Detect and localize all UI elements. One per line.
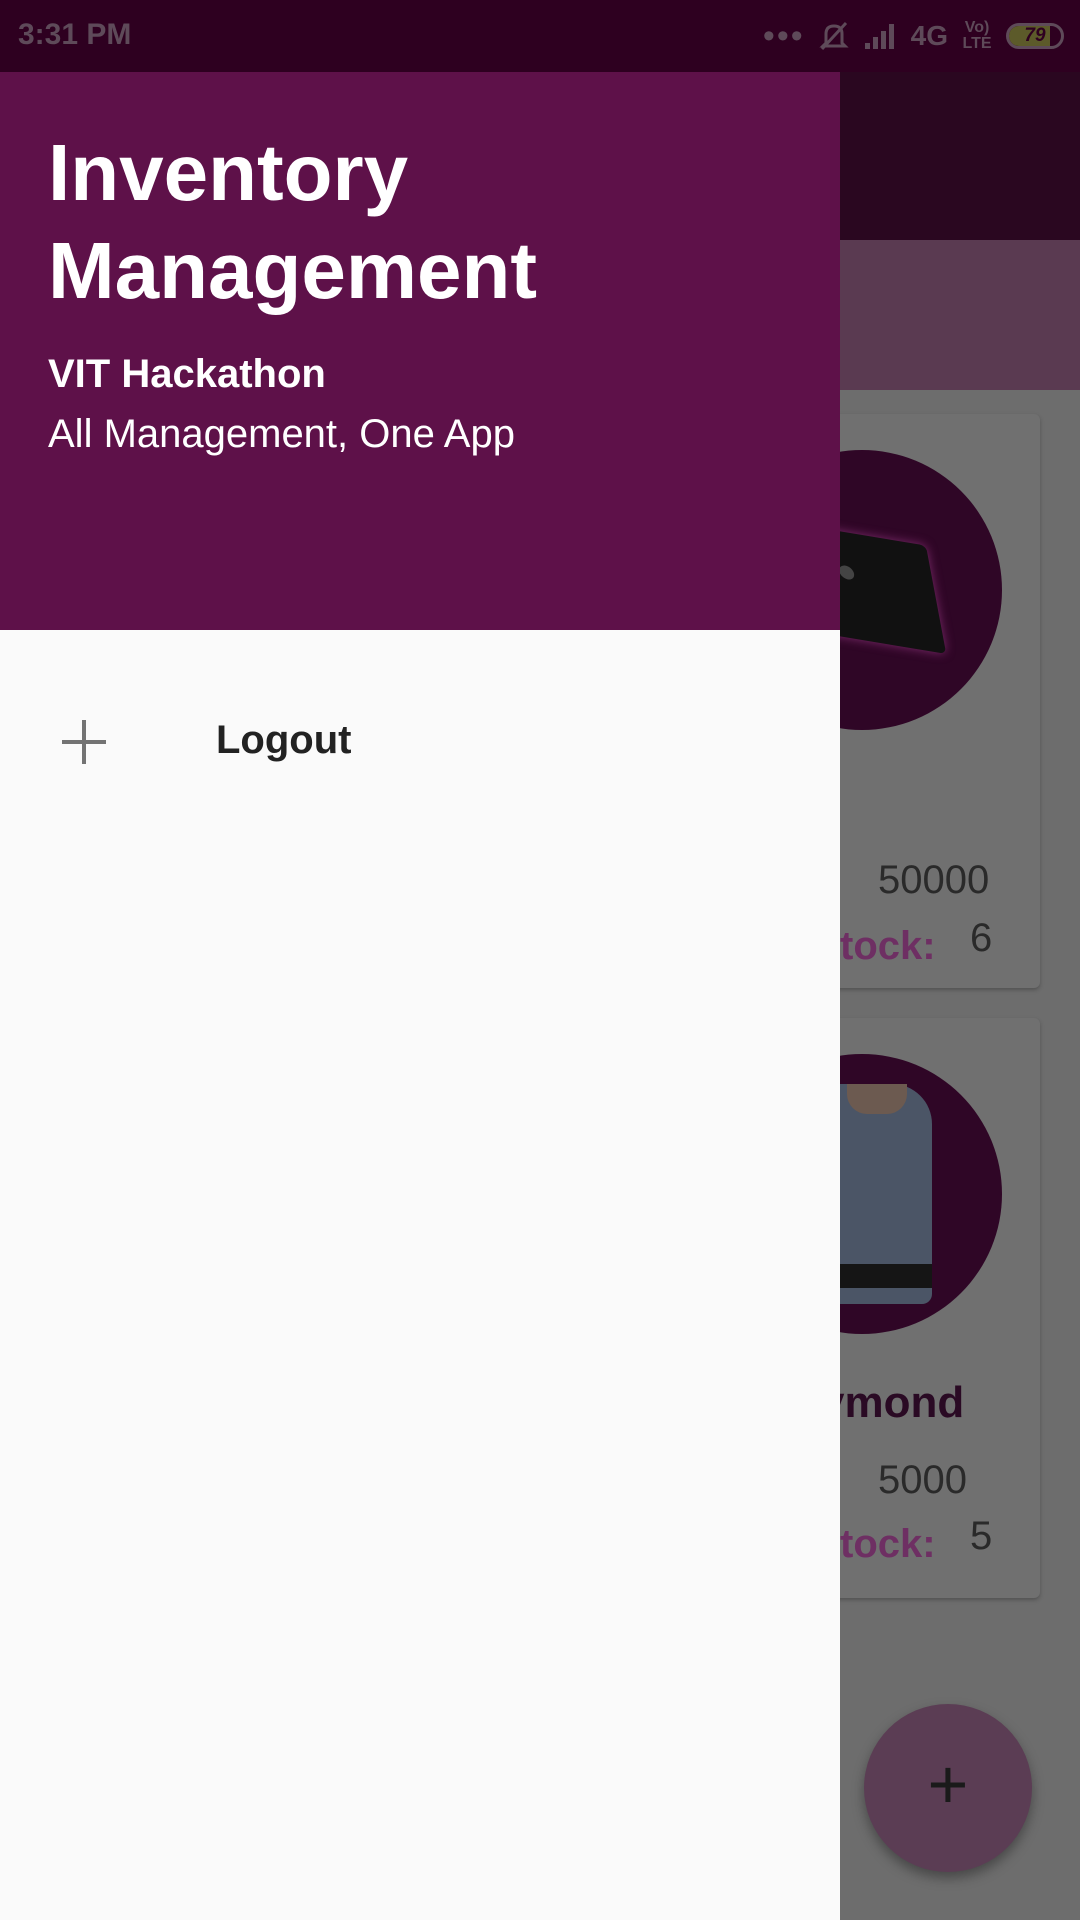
status-bar: 3:31 PM ••• 4G Vo) LTE 79 (0, 0, 1080, 72)
drawer-header: Inventory Management VIT Hackathon All M… (0, 72, 840, 630)
volte-label: Vo) LTE (962, 19, 992, 52)
drawer-item-logout[interactable]: Logout (0, 686, 840, 802)
silent-bell-icon (819, 21, 849, 51)
plus-icon: + (927, 1745, 969, 1823)
stock-label: tock: (840, 1522, 936, 1566)
drawer-subtitle: VIT Hackathon (48, 352, 326, 396)
battery-level: 79 (1024, 25, 1046, 46)
price-value: 5000 (878, 1458, 967, 1502)
plus-icon (62, 720, 106, 764)
price-value: 50000 (878, 858, 990, 902)
status-time: 3:31 PM (18, 18, 132, 51)
stock-value: 6 (970, 916, 993, 960)
stock-value: 5 (970, 1514, 993, 1558)
battery-icon: 79 (1006, 23, 1064, 49)
overflow-dots-icon: ••• (762, 17, 805, 55)
status-icons: ••• 4G Vo) LTE 79 (763, 16, 1064, 56)
product-name: ymond (820, 1378, 965, 1427)
drawer-item-label: Logout (216, 718, 352, 762)
add-item-fab[interactable]: + (864, 1704, 1032, 1872)
drawer-title: Inventory Management (48, 128, 537, 315)
stock-label: tock: (840, 924, 936, 968)
navigation-drawer: Inventory Management VIT Hackathon All M… (0, 72, 840, 1920)
network-type: 4G (910, 20, 948, 51)
drawer-tagline: All Management, One App (48, 412, 515, 456)
signal-icon (864, 24, 894, 49)
